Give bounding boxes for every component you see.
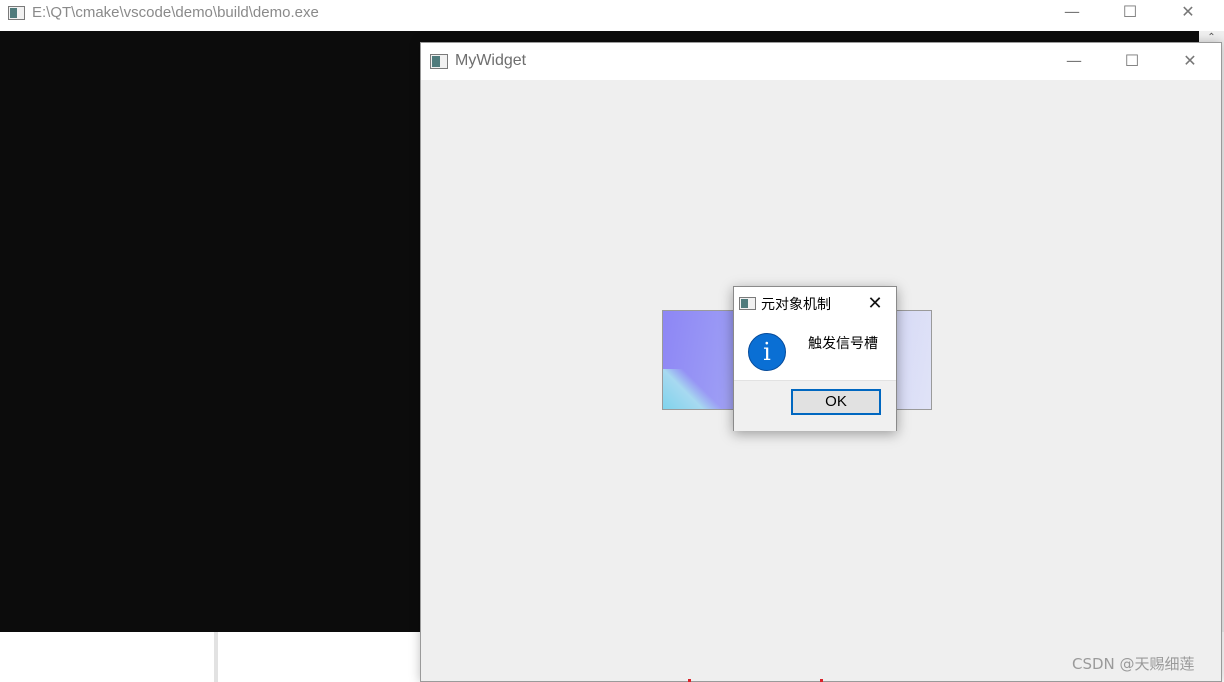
console-maximize-button[interactable]: ☐ <box>1107 0 1153 24</box>
mywidget-titlebar[interactable]: MyWidget — ☐ ✕ <box>421 43 1221 80</box>
information-icon: i <box>748 333 786 371</box>
dialog-app-icon <box>739 297 756 310</box>
gradient-corner <box>663 369 723 409</box>
dialog-title: 元对象机制 <box>761 297 831 313</box>
mywidget-maximize-button[interactable]: ☐ <box>1109 49 1155 73</box>
message-box-dialog: 元对象机制 ✕ i 触发信号槽 OK <box>733 286 897 431</box>
watermark: CSDN @天赐细莲 <box>1072 655 1195 673</box>
mywidget-minimize-button[interactable]: — <box>1051 49 1097 73</box>
console-titlebar[interactable]: E:\QT\cmake\vscode\demo\build\demo.exe —… <box>0 0 1224 31</box>
mywidget-title: MyWidget <box>455 52 527 69</box>
console-minimize-button[interactable]: — <box>1049 0 1095 24</box>
mywidget-app-icon <box>430 54 448 69</box>
console-title: E:\QT\cmake\vscode\demo\build\demo.exe <box>32 4 319 21</box>
console-close-button[interactable]: ✕ <box>1165 0 1211 24</box>
console-app-icon <box>8 6 25 20</box>
dialog-message: 触发信号槽 <box>808 336 878 352</box>
background-divider <box>214 632 218 682</box>
dialog-close-button[interactable]: ✕ <box>860 291 890 317</box>
ok-button[interactable]: OK <box>791 389 881 415</box>
mywidget-close-button[interactable]: ✕ <box>1167 49 1213 73</box>
